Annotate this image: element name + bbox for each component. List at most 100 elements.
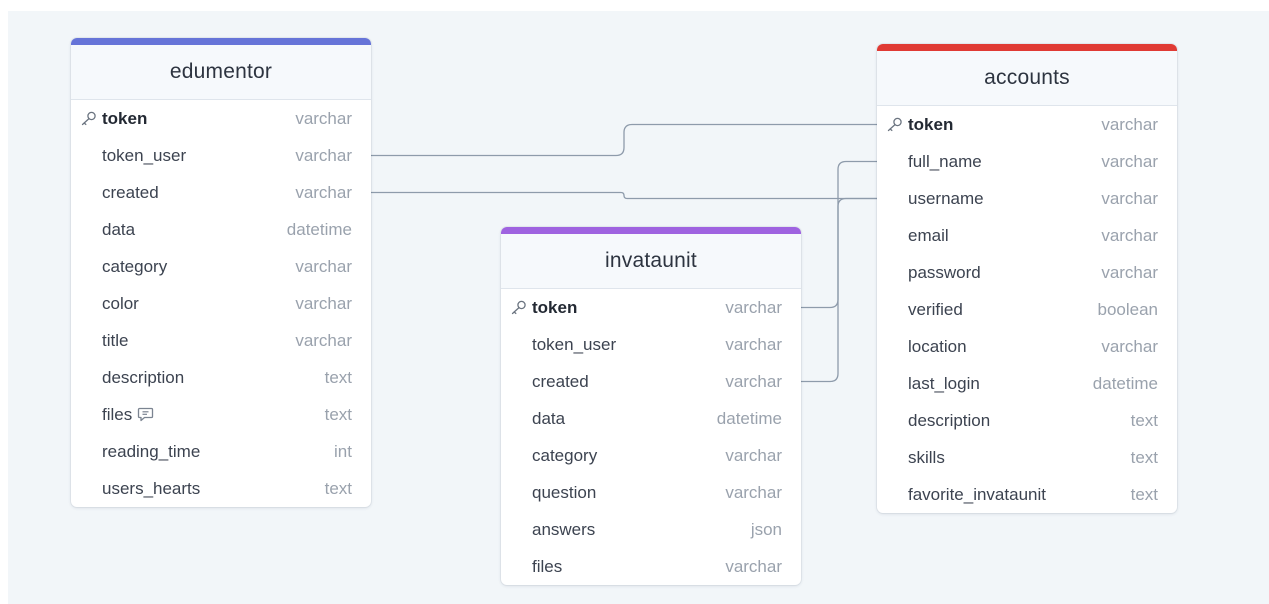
field-name: title [102, 331, 129, 350]
field-row-password[interactable]: password varchar [877, 254, 1177, 291]
table-invataunit[interactable]: invataunit token varchar token_user varchar… [501, 227, 801, 585]
table-title[interactable]: accounts [877, 51, 1177, 106]
field-type: varchar [725, 446, 782, 465]
table-title[interactable]: edumentor [71, 45, 371, 100]
field-row-category[interactable]: category varchar [501, 437, 801, 474]
field-type: varchar [295, 109, 352, 128]
field-type: text [324, 405, 352, 424]
field-type: varchar [725, 483, 782, 502]
field-row-files[interactable]: files varchar [501, 548, 801, 585]
key-icon [81, 111, 96, 126]
field-row-color[interactable]: color varchar [71, 285, 371, 322]
field-type: json [750, 520, 782, 539]
field-name: description [908, 411, 991, 430]
field-row-email[interactable]: email varchar [877, 217, 1177, 254]
field-type: varchar [725, 335, 782, 354]
table-title[interactable]: invataunit [501, 234, 801, 289]
field-row-skills[interactable]: skills text [877, 439, 1177, 476]
field-row-token-user[interactable]: token_user varchar [501, 326, 801, 363]
field-name: answers [532, 520, 596, 539]
field-name: skills [908, 448, 945, 467]
field-name: category [532, 446, 598, 465]
field-row-title[interactable]: title varchar [71, 322, 371, 359]
field-row-created[interactable]: created varchar [501, 363, 801, 400]
field-name: email [908, 226, 949, 245]
field-name: token_user [532, 335, 617, 354]
field-row-answers[interactable]: answers json [501, 511, 801, 548]
field-list: token varchar full_name varchar username varc… [877, 106, 1177, 513]
field-type: boolean [1097, 300, 1158, 319]
field-row-data[interactable]: data datetime [71, 211, 371, 248]
field-name: last_login [908, 374, 980, 393]
field-row-reading-time[interactable]: reading_time int [71, 433, 371, 470]
field-name: files [532, 557, 563, 576]
field-name: location [908, 337, 967, 356]
field-name: color [102, 294, 139, 313]
field-row-category[interactable]: category varchar [71, 248, 371, 285]
field-name: category [102, 257, 168, 276]
field-name: username [908, 189, 984, 208]
field-name: created [102, 183, 159, 202]
field-row-verified[interactable]: verified boolean [877, 291, 1177, 328]
table-accent-bar [71, 38, 371, 45]
field-name: reading_time [102, 442, 201, 461]
field-row-token[interactable]: token varchar [501, 289, 801, 326]
field-type: text [324, 368, 352, 387]
field-row-users-hearts[interactable]: users_hearts text [71, 470, 371, 507]
field-type: varchar [1101, 226, 1158, 245]
table-edumentor[interactable]: edumentor token varchar token_user varchar c… [71, 38, 371, 507]
comment-icon[interactable] [137, 406, 154, 422]
field-row-full-name[interactable]: full_name varchar [877, 143, 1177, 180]
field-row-description[interactable]: description text [71, 359, 371, 396]
field-type: varchar [295, 331, 352, 350]
field-row-description[interactable]: description text [877, 402, 1177, 439]
field-type: varchar [1101, 152, 1158, 171]
field-type: varchar [725, 372, 782, 391]
field-type: datetime [1092, 374, 1158, 393]
field-name: token [532, 298, 578, 317]
field-row-location[interactable]: location varchar [877, 328, 1177, 365]
field-type: text [1130, 411, 1158, 430]
field-name: verified [908, 300, 963, 319]
field-list: token varchar token_user varchar created varc… [71, 100, 371, 507]
field-name: data [102, 220, 136, 239]
field-type: int [334, 442, 352, 461]
field-type: varchar [1101, 263, 1158, 282]
field-name: token_user [102, 146, 187, 165]
field-name: description [102, 368, 185, 387]
field-row-data[interactable]: data datetime [501, 400, 801, 437]
field-list: token varchar token_user varchar created varc… [501, 289, 801, 585]
field-row-question[interactable]: question varchar [501, 474, 801, 511]
field-type: varchar [725, 298, 782, 317]
field-name: users_hearts [102, 479, 201, 498]
field-type: text [1130, 448, 1158, 467]
field-type: varchar [1101, 337, 1158, 356]
field-type: varchar [1101, 189, 1158, 208]
field-name: files [102, 396, 154, 433]
field-type: varchar [295, 257, 352, 276]
field-type: datetime [716, 409, 782, 428]
field-type: text [324, 479, 352, 498]
field-row-created[interactable]: created varchar [71, 174, 371, 211]
field-row-username[interactable]: username varchar [877, 180, 1177, 217]
table-accent-bar [877, 44, 1177, 51]
field-row-files[interactable]: files text [71, 396, 371, 433]
field-name: full_name [908, 152, 982, 171]
field-row-favorite-invataunit[interactable]: favorite_invataunit text [877, 476, 1177, 513]
field-name: question [532, 483, 597, 502]
field-name: password [908, 263, 981, 282]
field-row-token[interactable]: token varchar [71, 100, 371, 137]
field-type: varchar [295, 294, 352, 313]
table-accounts[interactable]: accounts token varchar full_name varchar use… [877, 44, 1177, 513]
field-type: datetime [286, 220, 352, 239]
field-row-token-user[interactable]: token_user varchar [71, 137, 371, 174]
key-icon [887, 117, 902, 132]
field-type: text [1130, 485, 1158, 504]
field-name: data [532, 409, 566, 428]
table-accent-bar [501, 227, 801, 234]
field-row-last-login[interactable]: last_login datetime [877, 365, 1177, 402]
field-name: token [102, 109, 148, 128]
field-row-token[interactable]: token varchar [877, 106, 1177, 143]
field-type: varchar [725, 557, 782, 576]
field-type: varchar [295, 183, 352, 202]
